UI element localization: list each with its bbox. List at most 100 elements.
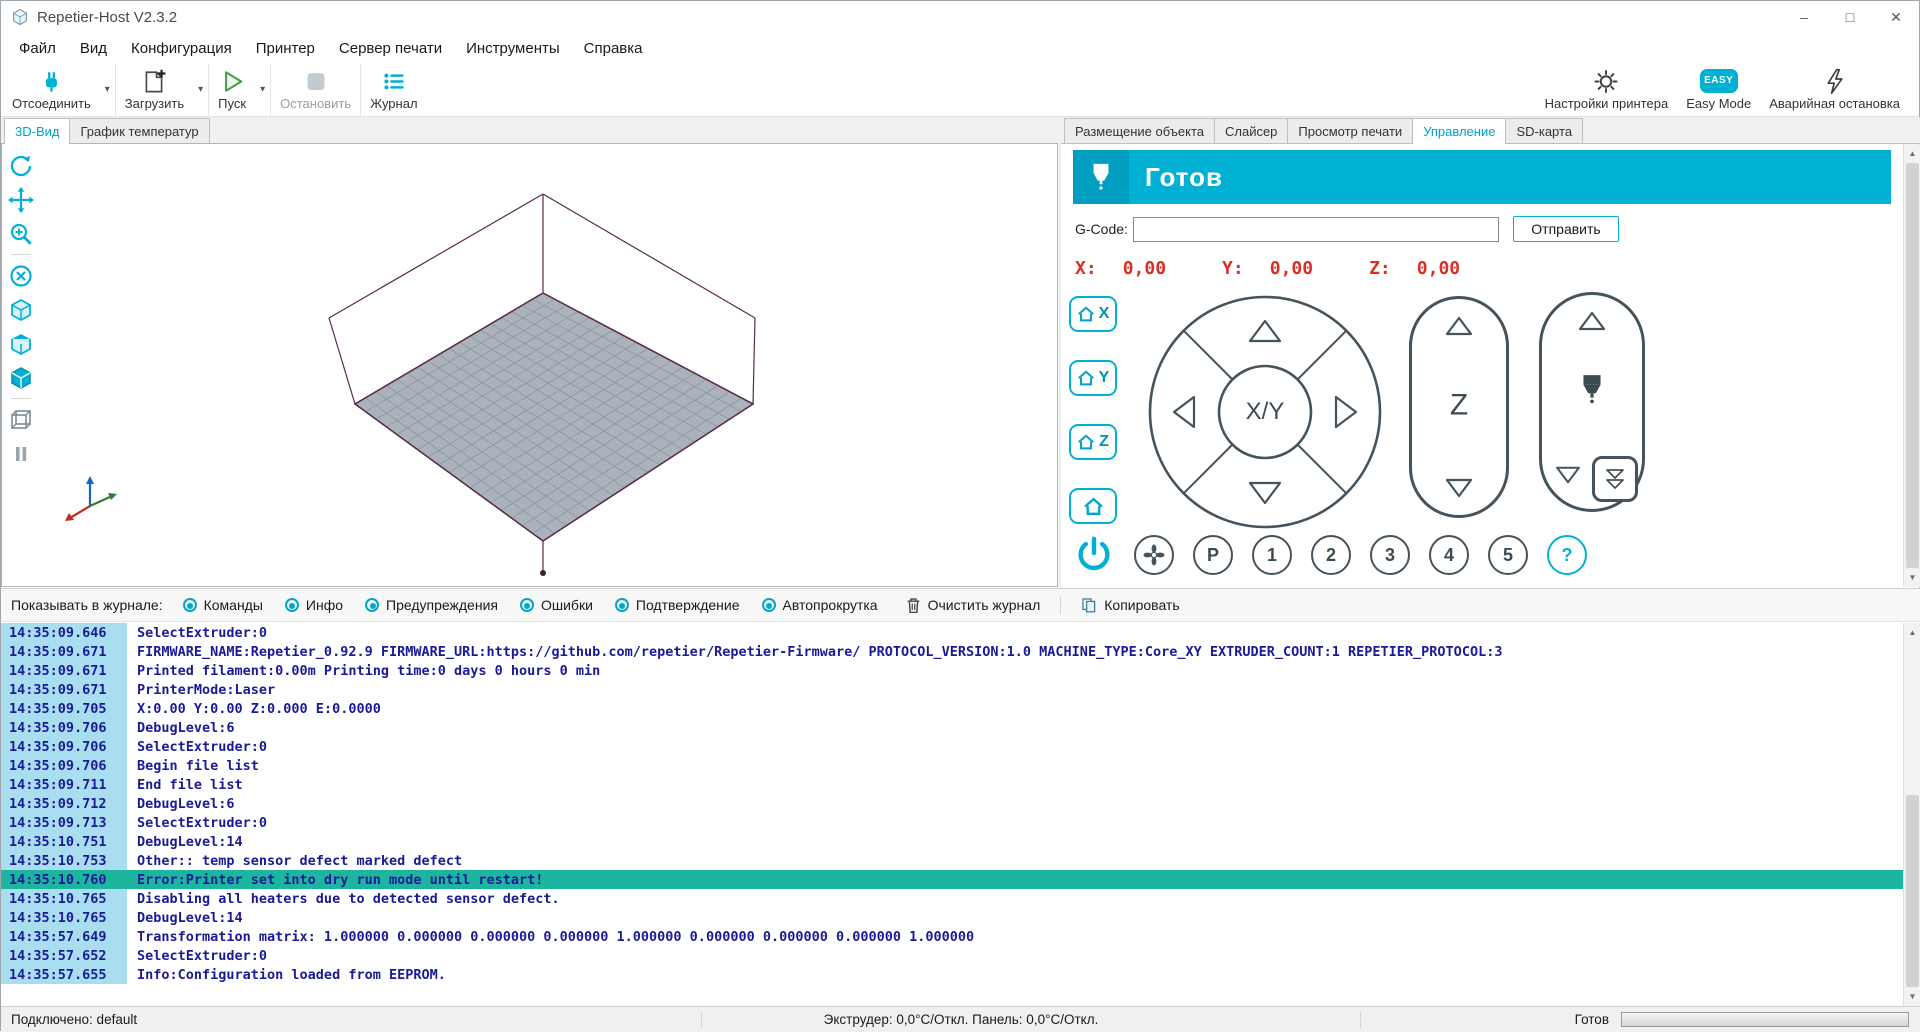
log-filter-info[interactable]: Инфо <box>285 597 343 613</box>
scrollbar-thumb[interactable] <box>1906 795 1919 987</box>
log-message: SelectExtruder:0 <box>127 815 267 831</box>
y-coord-value: 0,00 <box>1270 258 1313 279</box>
panel-button-P[interactable]: P <box>1193 535 1233 575</box>
pause-view-button[interactable] <box>8 440 35 467</box>
panel-button-4[interactable]: 4 <box>1429 535 1469 575</box>
tab-print-preview[interactable]: Просмотр печати <box>1287 118 1413 143</box>
tab-manual-control[interactable]: Управление <box>1412 118 1506 144</box>
scroll-up-arrow[interactable]: ▲ <box>1904 624 1920 641</box>
fan-button[interactable] <box>1134 535 1174 575</box>
log-filter-ack[interactable]: Подтверждение <box>615 597 740 613</box>
menu-item-4[interactable]: Сервер печати <box>327 33 454 63</box>
gcode-input[interactable] <box>1133 217 1499 242</box>
toolbar: Отсоединить ▾ Загрузить ▾ Пуск ▾ Останов… <box>1 63 1919 117</box>
log-filter-autoscroll[interactable]: Автопрокрутка <box>762 597 878 613</box>
send-gcode-button[interactable]: Отправить <box>1513 216 1619 242</box>
log-body: 14:35:09.646SelectExtruder:014:35:09.671… <box>1 623 1903 1006</box>
show-box-button[interactable] <box>8 406 35 433</box>
fit-view-button[interactable] <box>8 262 35 289</box>
log-scrollbar[interactable]: ▲ ▼ <box>1903 623 1920 1006</box>
panel-button-3[interactable]: 3 <box>1370 535 1410 575</box>
scroll-down-arrow[interactable]: ▼ <box>1904 569 1920 586</box>
retract-button[interactable] <box>1592 456 1638 502</box>
3d-viewport[interactable] <box>1 143 1058 587</box>
emergency-stop-button[interactable]: Аварийная остановка <box>1760 63 1909 116</box>
maximize-button[interactable]: □ <box>1827 1 1873 33</box>
control-scrollbar[interactable]: ▲ ▼ <box>1903 144 1920 587</box>
extruder-jog-control[interactable] <box>1539 292 1645 512</box>
tab-3d-view[interactable]: 3D-Вид <box>4 118 70 144</box>
power-button[interactable] <box>1073 534 1115 576</box>
menu-item-6[interactable]: Справка <box>572 33 655 63</box>
scroll-down-arrow[interactable]: ▼ <box>1904 988 1920 1005</box>
front-cube-icon <box>8 365 34 391</box>
printer-settings-button[interactable]: Настройки принтера <box>1536 63 1678 116</box>
top-view-button[interactable] <box>8 330 35 357</box>
filter-option-label: Команды <box>204 597 263 613</box>
home-y-button[interactable]: Y <box>1069 360 1117 396</box>
log-row: 14:35:10.765Disabling all heaters due to… <box>1 889 1903 908</box>
menu-item-1[interactable]: Вид <box>68 33 119 63</box>
log-row: 14:35:09.646SelectExtruder:0 <box>1 623 1903 642</box>
z-up-icon[interactable] <box>1444 315 1474 337</box>
start-button[interactable]: Пуск <box>209 63 255 116</box>
panel-button-5[interactable]: 5 <box>1488 535 1528 575</box>
log-timestamp: 14:35:09.706 <box>1 718 127 737</box>
log-message: SelectExtruder:0 <box>127 739 267 755</box>
extrude-up-icon[interactable] <box>1577 310 1607 332</box>
3d-scene[interactable] <box>40 144 1056 586</box>
z-jog-control[interactable]: Z <box>1409 296 1509 518</box>
scroll-up-arrow[interactable]: ▲ <box>1904 145 1920 162</box>
minimize-button[interactable]: – <box>1781 1 1827 33</box>
panel-button-?[interactable]: ? <box>1547 535 1587 575</box>
menu-item-2[interactable]: Конфигурация <box>119 33 244 63</box>
panel-button-1[interactable]: 1 <box>1252 535 1292 575</box>
clear-log-button[interactable]: Очистить журнал <box>906 597 1041 614</box>
log-message: FIRMWARE_NAME:Repetier_0.92.9 FIRMWARE_U… <box>127 644 1502 660</box>
log-filter-commands[interactable]: Команды <box>183 597 263 613</box>
load-button[interactable]: Загрузить <box>116 63 193 116</box>
start-dropdown-arrow[interactable]: ▾ <box>255 63 270 116</box>
easy-mode-button[interactable]: EASY Easy Mode <box>1677 63 1760 116</box>
xy-jog-pad[interactable]: X/Y <box>1146 293 1384 531</box>
pan-view-button[interactable] <box>8 186 35 213</box>
tab-slicer[interactable]: Слайсер <box>1214 118 1288 143</box>
menu-item-0[interactable]: Файл <box>7 33 68 63</box>
menu-bar: ФайлВидКонфигурацияПринтерСервер печатиИ… <box>1 33 1919 63</box>
log-timestamp: 14:35:57.652 <box>1 946 127 965</box>
menu-item-3[interactable]: Принтер <box>244 33 327 63</box>
log-filter-label: Показывать в журнале: <box>11 597 163 613</box>
log-toggle-button[interactable]: Журнал <box>361 63 426 116</box>
log-filter-errors[interactable]: Ошибки <box>520 597 593 613</box>
panel-button-2[interactable]: 2 <box>1311 535 1351 575</box>
log-filter-warnings[interactable]: Предупреждения <box>365 597 498 613</box>
home-z-button[interactable]: Z <box>1069 424 1117 460</box>
position-readout: X: 0,00 Y: 0,00 Z: 0,00 <box>1075 258 1516 279</box>
iso-view-button[interactable] <box>8 296 35 323</box>
close-button[interactable]: ✕ <box>1873 1 1919 33</box>
z-coord-label: Z: <box>1369 258 1391 279</box>
disconnect-dropdown-arrow[interactable]: ▾ <box>100 63 115 116</box>
scrollbar-thumb[interactable] <box>1906 163 1919 568</box>
tab-temp-graph[interactable]: График температур <box>69 118 209 143</box>
log-timestamp: 14:35:09.671 <box>1 661 127 680</box>
home-y-label: Y <box>1099 369 1110 387</box>
tab-object-placement[interactable]: Размещение объекта <box>1064 118 1215 143</box>
disconnect-button[interactable]: Отсоединить <box>3 63 100 116</box>
log-message: Error:Printer set into dry run mode unti… <box>127 872 543 888</box>
rotate-view-button[interactable] <box>8 152 35 179</box>
copy-log-button[interactable]: Копировать <box>1081 597 1179 613</box>
home-all-button[interactable] <box>1069 488 1117 524</box>
menu-item-5[interactable]: Инструменты <box>454 33 572 63</box>
home-icon <box>1077 370 1095 386</box>
filter-option-label: Автопрокрутка <box>783 597 878 613</box>
front-view-button[interactable] <box>8 364 35 391</box>
home-x-button[interactable]: X <box>1069 296 1117 332</box>
extrude-down-icon[interactable] <box>1554 465 1582 485</box>
log-timestamp: 14:35:09.646 <box>1 623 127 642</box>
log-row: 14:35:09.705X:0.00 Y:0.00 Z:0.000 E:0.00… <box>1 699 1903 718</box>
load-dropdown-arrow[interactable]: ▾ <box>193 63 208 116</box>
zoom-in-button[interactable] <box>8 220 35 247</box>
tab-sd-card[interactable]: SD-карта <box>1505 118 1583 143</box>
z-down-icon[interactable] <box>1444 477 1474 499</box>
